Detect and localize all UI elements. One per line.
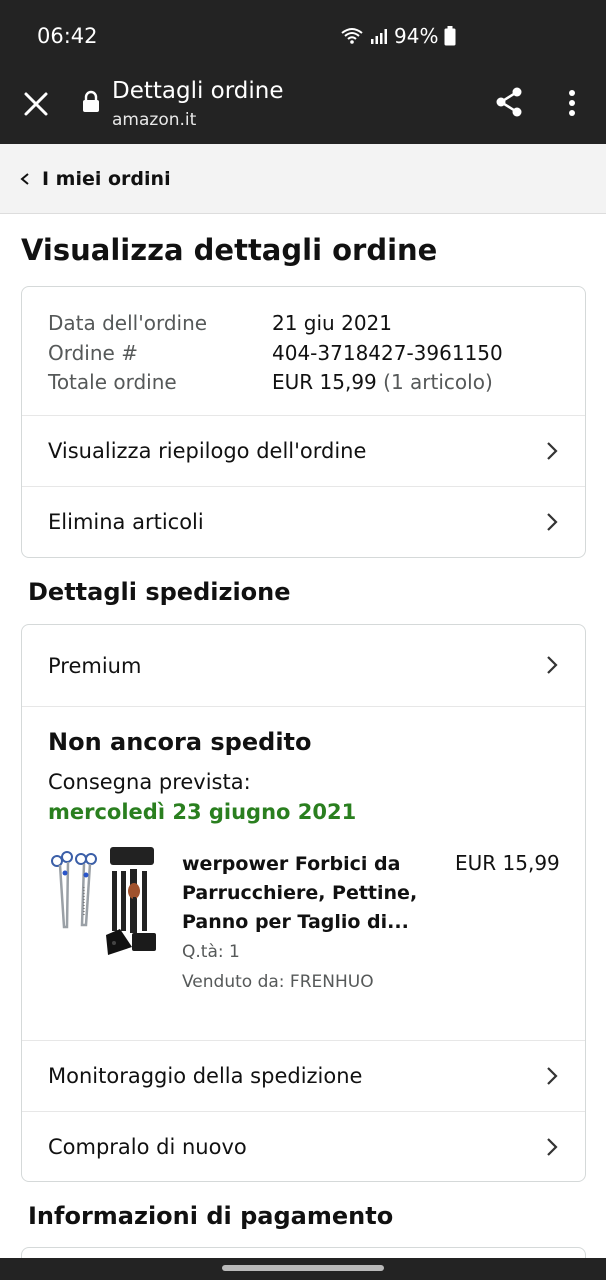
battery-percent: 94% — [394, 24, 439, 48]
order-date-row: Data dell'ordine 21 giu 2021 — [48, 309, 503, 339]
product-seller: Venduto da: FRENHUO — [182, 972, 374, 992]
shipping-card: Premium Non ancora spedito Consegna prev… — [21, 624, 586, 1182]
navigation-bar — [0, 1258, 606, 1280]
breadcrumb[interactable]: I miei ordini — [0, 144, 606, 214]
browser-toolbar: Dettagli ordine amazon.it — [0, 74, 606, 144]
browser-title: Dettagli ordine — [112, 78, 284, 104]
order-number-value: 404-3718427-3961150 — [272, 340, 503, 365]
order-total-label: Totale ordine — [48, 370, 177, 394]
shipping-method-link[interactable]: Premium — [22, 625, 585, 706]
view-order-summary-label: Visualizza riepilogo dell'ordine — [48, 439, 367, 463]
chevron-left-icon — [20, 172, 29, 185]
delivery-date: mercoledì 23 giugno 2021 — [48, 800, 357, 824]
divider — [22, 706, 585, 707]
shipping-method-label: Premium — [48, 653, 142, 678]
order-date-label: Data dell'ordine — [48, 311, 208, 335]
lock-icon — [83, 90, 99, 112]
buy-again-label: Compralo di nuovo — [48, 1135, 247, 1159]
chevron-right-icon — [547, 442, 558, 460]
order-info: Data dell'ordine 21 giu 2021 Ordine # 40… — [48, 309, 503, 398]
delete-items-link[interactable]: Elimina articoli — [22, 486, 585, 557]
track-shipment-label: Monitoraggio della spedizione — [48, 1064, 363, 1088]
order-total-amount: EUR 15,99 — [272, 370, 377, 394]
order-summary-card: Data dell'ordine 21 giu 2021 Ordine # 40… — [21, 286, 586, 558]
wifi-icon — [341, 28, 363, 44]
shipment-status: Non ancora spedito — [48, 728, 312, 756]
breadcrumb-label: I miei ordini — [42, 167, 171, 190]
product-image[interactable] — [48, 847, 160, 963]
order-number-row: Ordine # 404-3718427-3961150 — [48, 339, 503, 369]
delete-items-label: Elimina articoli — [48, 510, 204, 534]
delivery-label: Consegna prevista: — [48, 770, 251, 794]
share-icon[interactable] — [494, 86, 524, 118]
status-bar: 06:42 94% — [0, 0, 606, 74]
status-time: 06:42 — [37, 24, 98, 48]
page-title: Visualizza dettagli ordine — [21, 233, 438, 267]
more-vert-icon[interactable] — [564, 88, 580, 118]
browser-domain: amazon.it — [112, 110, 197, 130]
payment-section-title: Informazioni di pagamento — [28, 1202, 394, 1230]
product-quantity: Q.tà: 1 — [182, 942, 240, 962]
chevron-right-icon — [547, 1067, 558, 1085]
order-date-value: 21 giu 2021 — [272, 311, 392, 335]
product-title-line3: Panno per Taglio di... — [182, 911, 409, 933]
product-title[interactable]: werpower Forbici da Parrucchiere, Pettin… — [182, 850, 432, 937]
close-icon[interactable] — [22, 90, 50, 118]
order-total-items: (1 articolo) — [383, 370, 493, 394]
battery-icon — [444, 26, 456, 46]
status-icons: 94% — [340, 24, 456, 48]
chevron-right-icon — [547, 1138, 558, 1156]
product-title-line2: Parrucchiere, Pettine, — [182, 882, 418, 904]
chevron-right-icon — [547, 656, 558, 674]
track-shipment-link[interactable]: Monitoraggio della spedizione — [22, 1040, 585, 1111]
chevron-right-icon — [547, 513, 558, 531]
shipping-section-title: Dettagli spedizione — [28, 578, 291, 606]
signal-icon — [371, 29, 387, 44]
product-price: EUR 15,99 — [455, 851, 560, 875]
home-indicator[interactable] — [222, 1265, 384, 1271]
product-title-line1: werpower Forbici da — [182, 853, 401, 875]
buy-again-link[interactable]: Compralo di nuovo — [22, 1111, 585, 1181]
view-order-summary-link[interactable]: Visualizza riepilogo dell'ordine — [22, 415, 585, 486]
order-total-value: EUR 15,99 (1 articolo) — [272, 368, 493, 398]
order-total-row: Totale ordine EUR 15,99 (1 articolo) — [48, 368, 503, 398]
order-number-label: Ordine # — [48, 340, 138, 365]
